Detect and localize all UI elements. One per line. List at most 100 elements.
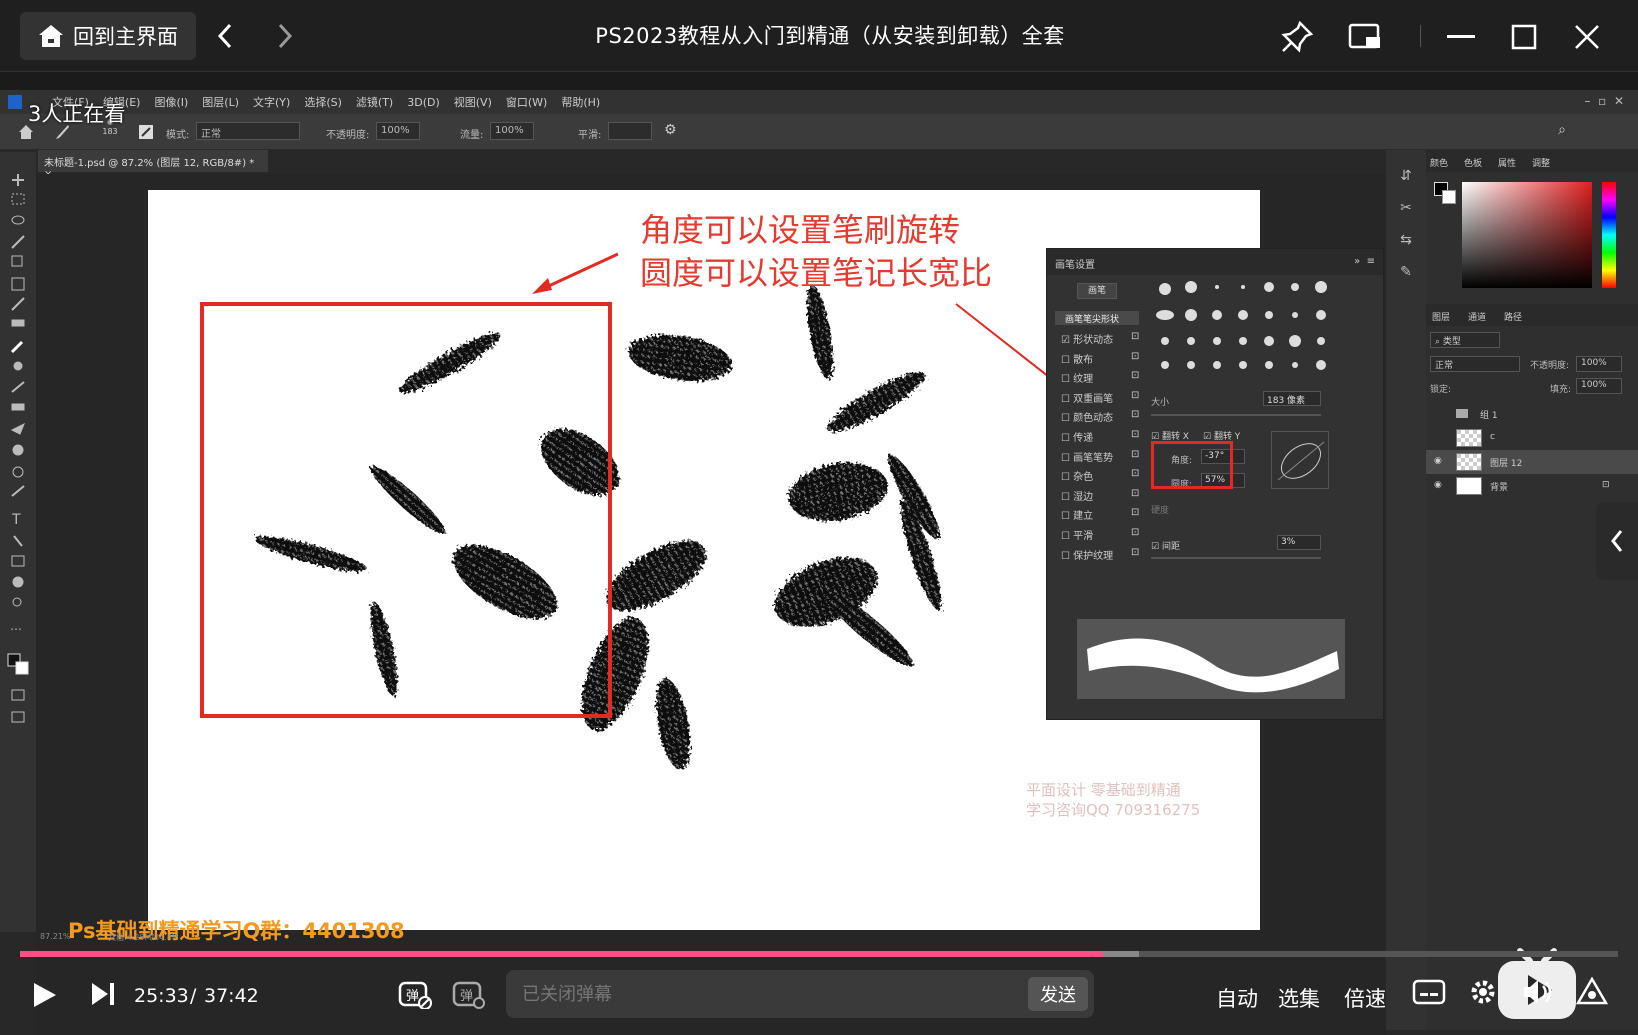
brush-option-label: 颜色动态 xyxy=(1073,413,1114,425)
danmaku-input[interactable] xyxy=(506,970,1094,1018)
checkbox-icon[interactable]: ☐ xyxy=(1061,453,1073,464)
lock-icon[interactable]: ⊡ xyxy=(1131,507,1139,518)
tab-channels[interactable]: 通道 xyxy=(1468,310,1486,323)
checkbox-icon[interactable]: ☐ xyxy=(1061,531,1073,542)
lock-icon[interactable]: ⊡ xyxy=(1131,468,1139,479)
size-field[interactable]: 183 像素 xyxy=(1263,391,1321,406)
color-picker-field[interactable] xyxy=(1462,182,1592,288)
danmaku-toggle-button[interactable]: 弹 xyxy=(398,979,432,1013)
lock-icon[interactable]: ⊡ xyxy=(1131,351,1139,362)
tab-layers[interactable]: 图层 xyxy=(1432,310,1450,323)
brushes-button-label: 画笔 xyxy=(1087,286,1106,296)
layer-row[interactable]: ◉ 背景 ⊡ xyxy=(1426,474,1638,498)
tab-paths[interactable]: 路径 xyxy=(1504,310,1522,323)
lock-icon[interactable]: ⊡ xyxy=(1131,390,1139,401)
brush-option-label: 形状动态 xyxy=(1073,335,1114,346)
video-frame[interactable]: 文件(F) 编辑(E) 图像(I) 图层(L) 文字(Y) 选择(S) 滤镜(T… xyxy=(0,90,1638,1035)
playback-speed-button[interactable]: 倍速 xyxy=(1344,983,1386,1013)
svg-text:弹: 弹 xyxy=(406,989,419,1004)
dock-icons[interactable]: ⇵ ✂ ⇆ ✎ xyxy=(1386,160,1426,288)
spacing-field[interactable]: 3% xyxy=(1277,535,1321,550)
maximize-button[interactable] xyxy=(1503,16,1545,58)
brush-option-item[interactable]: ☐ 纹理 ⊡ xyxy=(1061,370,1145,385)
panel-menu-icon[interactable]: » ≡ xyxy=(1354,256,1375,267)
lock-icon[interactable]: ⊡ xyxy=(1131,409,1139,420)
background-color-swatch[interactable] xyxy=(1442,190,1456,204)
brush-panel-header: 画笔设置 » ≡ xyxy=(1047,249,1383,275)
layer-row[interactable]: ◉ 图层 12 xyxy=(1426,450,1638,474)
danmaku-settings-button[interactable]: 弹 xyxy=(452,979,486,1013)
play-button[interactable] xyxy=(32,981,58,1013)
lock-icon[interactable]: ⊡ xyxy=(1131,547,1139,558)
checkbox-icon[interactable]: ☐ xyxy=(1061,374,1073,385)
tab-swatches[interactable]: 色板 xyxy=(1464,156,1482,169)
forward-button[interactable] xyxy=(268,18,302,54)
size-slider[interactable] xyxy=(1151,414,1321,416)
blend-mode-select[interactable]: 正常 xyxy=(1430,356,1520,372)
fullscreen-button[interactable] xyxy=(1575,976,1609,1011)
spacing-slider[interactable] xyxy=(1151,557,1321,559)
brush-option-item[interactable]: ☐ 湿边 ⊡ xyxy=(1061,488,1145,503)
back-button[interactable] xyxy=(208,18,242,54)
watermark-line1: 平面设计 零基础到精通 xyxy=(1026,781,1181,799)
layer-row[interactable]: c xyxy=(1426,426,1638,450)
lock-icon[interactable]: ⊡ xyxy=(1131,488,1139,499)
quality-auto-button[interactable]: 自动 xyxy=(1216,983,1258,1013)
brush-option-item[interactable]: ☐ 双重画笔 ⊡ xyxy=(1061,390,1145,405)
checkbox-icon[interactable]: ☐ xyxy=(1061,472,1073,483)
brushes-button[interactable]: 画笔 xyxy=(1077,283,1117,299)
lock-icon[interactable]: ⊡ xyxy=(1131,331,1139,342)
brush-option-item[interactable]: ☐ 颜色动态 ⊡ xyxy=(1061,409,1145,424)
layer-row[interactable]: 组 1 xyxy=(1426,402,1638,426)
tab-color[interactable]: 颜色 xyxy=(1430,156,1448,169)
side-panel-toggle[interactable] xyxy=(1596,502,1638,580)
checkbox-icon[interactable]: ☐ xyxy=(1061,394,1073,405)
send-danmaku-button[interactable]: 发送 xyxy=(1028,977,1088,1011)
checkbox-icon[interactable]: ☐ xyxy=(1061,492,1073,503)
brush-tip-grid[interactable] xyxy=(1151,277,1355,373)
close-button[interactable] xyxy=(1566,16,1608,58)
ps-right-panels: 颜色 色板 属性 调整 图层 通道 路径 ⌕ 类型 正常 不透明度: 100% … xyxy=(1426,150,1638,1030)
brush-option-item[interactable]: ☐ 建立 ⊡ xyxy=(1061,507,1145,522)
brush-option-item[interactable]: ☐ 散布 ⊡ xyxy=(1061,351,1145,366)
layer-opacity-field[interactable]: 100% xyxy=(1576,356,1622,372)
minimize-button[interactable] xyxy=(1440,16,1482,58)
lock-icon[interactable]: ⊡ xyxy=(1131,370,1139,381)
brush-option-item[interactable]: ☐ 杂色 ⊡ xyxy=(1061,468,1145,483)
brush-option-item[interactable]: ☐ 传递 ⊡ xyxy=(1061,429,1145,444)
angle-preview-widget[interactable] xyxy=(1271,431,1329,489)
fill-field[interactable]: 100% xyxy=(1576,378,1622,394)
home-button[interactable]: 回到主界面 xyxy=(20,12,196,60)
brush-option-item[interactable]: ☐ 画笔笔势 ⊡ xyxy=(1061,449,1145,464)
tab-properties[interactable]: 属性 xyxy=(1498,156,1516,169)
visibility-eye-icon[interactable]: ◉ xyxy=(1434,456,1442,466)
layer-kind-filter[interactable]: ⌕ 类型 xyxy=(1430,332,1500,348)
brush-tip-shape-item[interactable]: 画笔笔尖形状 xyxy=(1055,311,1139,325)
checkbox-icon[interactable]: ☐ xyxy=(1061,433,1073,444)
checkbox-checked-icon[interactable]: ☑ xyxy=(1061,335,1073,346)
pin-button[interactable] xyxy=(1276,16,1318,58)
next-episode-button[interactable] xyxy=(90,981,116,1011)
lock-icon[interactable]: ⊡ xyxy=(1131,449,1139,460)
tab-adjustments[interactable]: 调整 xyxy=(1532,156,1550,169)
checkbox-icon[interactable]: ☐ xyxy=(1061,355,1073,366)
lock-icon[interactable]: ⊡ xyxy=(1131,429,1139,440)
hue-slider[interactable] xyxy=(1602,182,1616,288)
settings-button[interactable] xyxy=(1468,977,1498,1011)
checkbox-icon[interactable]: ☐ xyxy=(1061,511,1073,522)
episodes-button[interactable]: 选集 xyxy=(1278,983,1320,1013)
visibility-eye-icon[interactable]: ◉ xyxy=(1434,480,1442,490)
subtitle-button[interactable] xyxy=(1412,977,1446,1011)
brush-option-item[interactable]: ☑ 形状动态 ⊡ xyxy=(1061,331,1145,346)
brush-option-item[interactable]: ☐ 平滑 ⊡ xyxy=(1061,527,1145,542)
mini-window-button[interactable] xyxy=(1344,16,1386,58)
checkbox-icon[interactable]: ☐ xyxy=(1061,413,1073,424)
fill-value: 100% xyxy=(1581,380,1607,390)
checkbox-icon[interactable]: ☐ xyxy=(1061,551,1073,562)
play-icon xyxy=(34,983,56,1007)
brush-option-label: 湿边 xyxy=(1073,491,1094,503)
brush-option-item[interactable]: ☐ 保护纹理 ⊡ xyxy=(1061,547,1145,562)
spacing-checkbox[interactable]: ☑ 间距 xyxy=(1151,539,1180,552)
lock-icon[interactable]: ⊡ xyxy=(1131,527,1139,538)
volume-button[interactable] xyxy=(1522,977,1554,1011)
